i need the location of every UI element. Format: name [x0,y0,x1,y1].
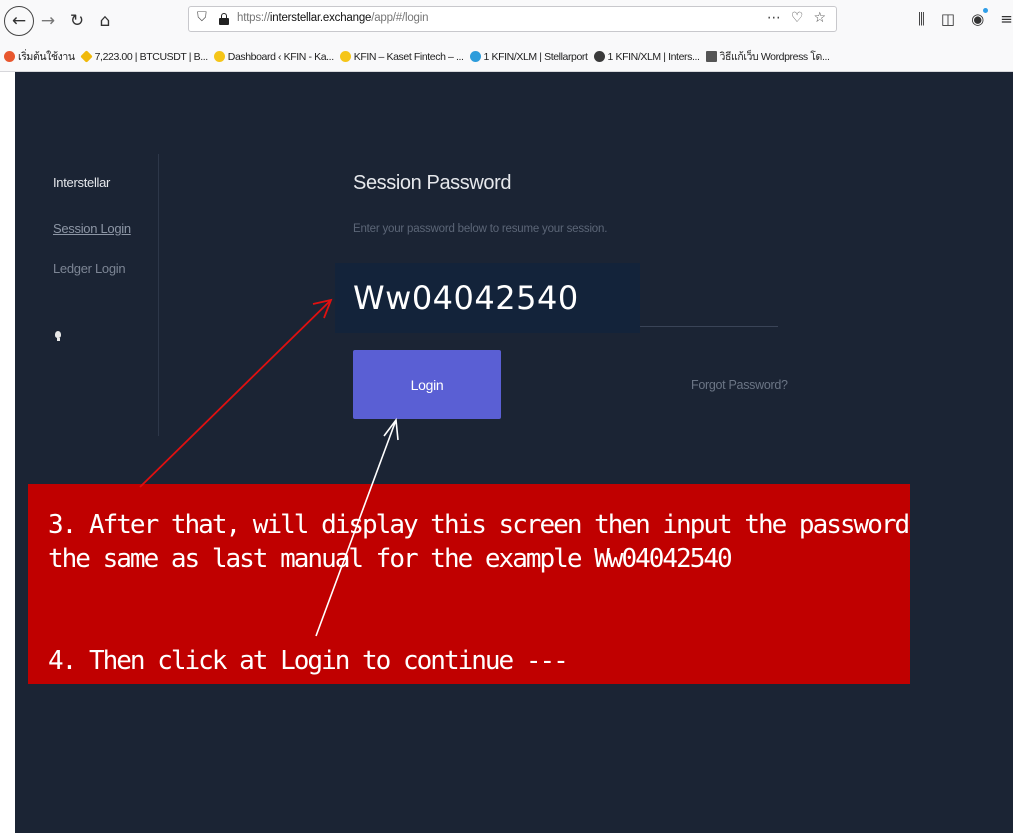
bookmark-item[interactable]: Dashboard ‹ KFIN - Ka... [213,51,334,63]
reload-icon[interactable]: ↻ [64,8,90,34]
url-path: /app/#/login [371,12,429,24]
instruction-line-2: the same as last manual for the example … [48,544,733,574]
tracking-shield-icon[interactable]: ⛉ [197,10,207,25]
back-arrow-icon[interactable]: ← [4,6,34,36]
url-text[interactable]: https://interstellar.exchange/app/#/logi… [237,12,428,24]
pocket-icon[interactable]: ♡ [791,10,804,26]
menu-icon[interactable]: ≡ [1000,10,1013,28]
forward-arrow-icon[interactable]: → [35,8,61,34]
toolbar-right-icons: ⫼ ◫ ◉ ≡ [918,8,1013,28]
url-actions: ⋯ ♡ ☆ [767,10,826,26]
bookmark-item[interactable]: 1 KFIN/XLM | Stellarport [469,51,588,63]
instruction-line-1: 3. After that, will display this screen … [48,510,910,540]
bookmark-star-icon[interactable]: ☆ [813,10,826,26]
lightbulb-icon[interactable] [55,331,61,343]
bookmark-favicon-icon [469,51,481,62]
page-title: Session Password [353,172,512,194]
login-button[interactable]: Login [353,350,501,419]
bookmark-favicon-icon [593,51,605,62]
login-page: Interstellar Session Login Ledger Login … [15,72,1013,833]
sidebar-item-session-login[interactable]: Session Login [53,221,131,236]
browser-toolbar: ← → ↻ ⌂ ⛉ https://interstellar.exchange/… [0,0,1013,42]
home-icon[interactable]: ⌂ [92,8,118,34]
bookmark-favicon-icon [705,51,717,62]
address-bar[interactable]: ⛉ https://interstellar.exchange/app/#/lo… [188,6,837,32]
sidebar-divider [158,154,159,436]
sidebar-item-ledger-login[interactable]: Ledger Login [53,261,126,276]
url-prefix: https:// [237,12,270,24]
bookmark-item[interactable]: KFIN – Kaset Fintech – ... [339,51,464,63]
library-icon[interactable]: ⫼ [918,10,925,28]
bookmark-item[interactable]: 1 KFIN/XLM | Inters... [593,51,700,63]
instruction-callout: 3. After that, will display this screen … [28,484,910,684]
page-actions-icon[interactable]: ⋯ [767,10,781,26]
page-subtitle: Enter your password below to resume your… [353,223,608,235]
lock-icon[interactable] [219,13,229,25]
bookmark-favicon-icon [79,50,93,63]
password-example-overlay: Ww04042540 [335,263,640,333]
extension-icon[interactable]: ◉ [971,8,989,28]
forgot-password-link[interactable]: Forgot Password? [691,378,788,392]
url-host: interstellar.exchange [269,12,372,24]
bookmark-favicon-icon [339,51,351,62]
bookmark-favicon-icon [4,51,15,62]
bookmark-item[interactable]: วิธีแก้เว็บ Wordpress โด... [705,48,830,65]
bookmarks-bar: เริ่มต้นใช้งาน 7,223.00 | BTCUSDT | B...… [0,42,1013,72]
app-name: Interstellar [53,175,111,190]
sidebar-toggle-icon[interactable]: ◫ [941,10,955,28]
bookmark-item[interactable]: 7,223.00 | BTCUSDT | B... [79,50,208,63]
instruction-line-3: 4. Then click at Login to continue --- [48,646,569,676]
bookmark-item[interactable]: เริ่มต้นใช้งาน [4,48,75,65]
bookmark-favicon-icon [213,51,225,62]
